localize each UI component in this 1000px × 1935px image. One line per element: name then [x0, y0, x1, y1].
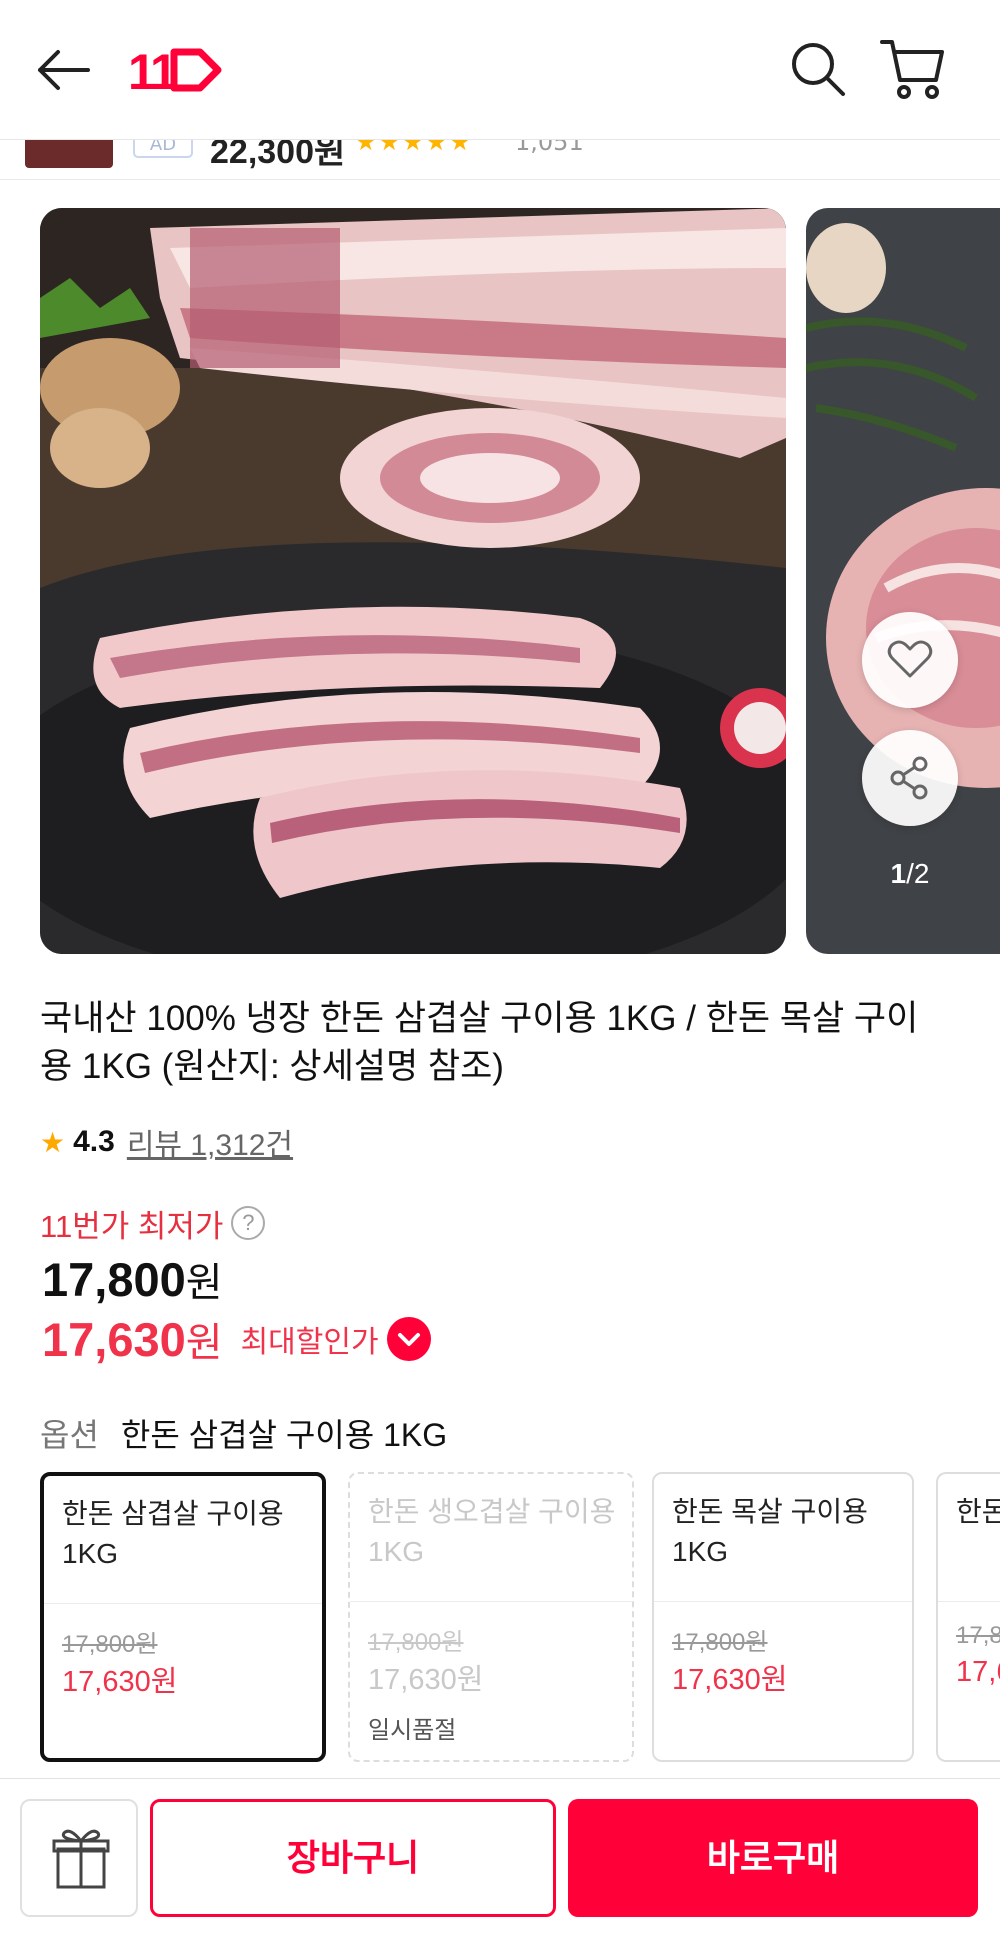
product-title: 국내산 100% 냉장 한돈 삼겹살 구이용 1KG / 한돈 목살 구이용 1…: [40, 999, 919, 1086]
option-soldout-status: 일시품절: [368, 1717, 457, 1744]
option-name: 한돈 목살 구이용 1KG: [672, 1496, 868, 1567]
original-price: 17,800원: [42, 1250, 223, 1308]
review-link[interactable]: 리뷰 1,312건: [127, 1120, 293, 1164]
image-page-indicator: 1/2: [870, 858, 950, 890]
option-label: 옵션: [40, 1417, 99, 1453]
product-image-1[interactable]: [40, 208, 786, 954]
option-summary: 옵션 한돈 삼겹살 구이용 1KG: [40, 1410, 447, 1456]
share-icon: [890, 756, 928, 800]
rating-score: 4.3: [73, 1125, 115, 1158]
wishlist-button[interactable]: [862, 612, 958, 708]
help-icon[interactable]: ?: [231, 1206, 266, 1240]
option-original-price: 17,800원: [368, 1629, 464, 1656]
product-image-carousel[interactable]: 1/2: [0, 208, 1000, 956]
pork-belly-photo: [40, 208, 786, 954]
top-header: 11: [0, 0, 1000, 140]
rating-row: ★ 4.3 리뷰 1,312건: [40, 1122, 293, 1162]
add-to-cart-button[interactable]: 장바구니: [150, 1799, 556, 1917]
original-price-unit: 원: [185, 1261, 223, 1305]
star-icon: ★: [40, 1125, 66, 1159]
logo[interactable]: 11: [128, 40, 228, 100]
original-price-value: 17,800: [42, 1253, 186, 1306]
sale-price-row: 17,630 원 최대할인가: [42, 1310, 431, 1368]
lowest-price-label: 11번가 최저가: [40, 1208, 224, 1244]
option-name: 한돈 삼겹살 구이용 1KG: [62, 1498, 284, 1569]
option-name: 한돈 생오겹살 구이용 1KG: [368, 1496, 616, 1567]
option-divider: [938, 1601, 1000, 1602]
heart-icon: [887, 640, 933, 678]
option-card-3[interactable]: 한돈 목살 구이용 1KG 17,800원 17,630원: [652, 1472, 914, 1762]
back-button[interactable]: [30, 40, 100, 100]
option-sale-price: 17,6: [956, 1656, 1000, 1688]
page-total: /2: [906, 858, 930, 889]
buy-now-button[interactable]: 바로구매: [568, 1799, 978, 1917]
max-discount-label: 최대할인가: [240, 1326, 379, 1359]
option-divider: [350, 1601, 632, 1602]
pork-neck-photo: [806, 208, 1000, 954]
lowest-price-label-row: 11번가 최저가 ?: [40, 1203, 266, 1244]
page-current: 1: [890, 858, 907, 889]
option-sale-price: 17,630원: [368, 1664, 484, 1696]
search-button[interactable]: [785, 36, 851, 102]
chevron-down-icon: [397, 1333, 420, 1346]
sale-price-value: 17,630: [42, 1312, 186, 1366]
option-divider: [44, 1603, 322, 1604]
logo-mark-icon: [170, 48, 222, 92]
option-name: 한돈 삼겹: [956, 1496, 1000, 1527]
search-icon: [792, 43, 845, 96]
product-image-2[interactable]: [806, 208, 1000, 954]
option-card-1[interactable]: 한돈 삼겹살 구이용 1KG 17,800원 17,630원: [40, 1472, 326, 1762]
discount-expand-button[interactable]: [386, 1317, 431, 1361]
cart-button[interactable]: [878, 36, 948, 102]
gift-button[interactable]: [20, 1799, 138, 1917]
gift-icon: [52, 1829, 110, 1889]
option-original-price: 17,800원: [62, 1631, 158, 1658]
option-sale-price: 17,630원: [62, 1666, 178, 1698]
option-card-4[interactable]: 한돈 삼겹 17,8 17,6: [936, 1472, 1000, 1762]
sale-price-unit: 원: [185, 1321, 223, 1365]
option-card-2[interactable]: 한돈 생오겹살 구이용 1KG 17,800원 17,630원 일시품절: [348, 1472, 634, 1762]
cart-icon: [880, 40, 944, 99]
option-sale-price: 17,630원: [672, 1664, 788, 1696]
option-selected-value: 한돈 삼겹살 구이용 1KG: [120, 1417, 448, 1453]
option-original-price: 17,8: [956, 1622, 1000, 1649]
option-original-price: 17,800원: [672, 1629, 768, 1656]
back-arrow-icon: [38, 50, 90, 90]
bottom-action-bar: 장바구니 바로구매: [0, 1778, 1000, 1935]
share-button[interactable]: [862, 730, 958, 826]
option-divider: [654, 1601, 912, 1602]
